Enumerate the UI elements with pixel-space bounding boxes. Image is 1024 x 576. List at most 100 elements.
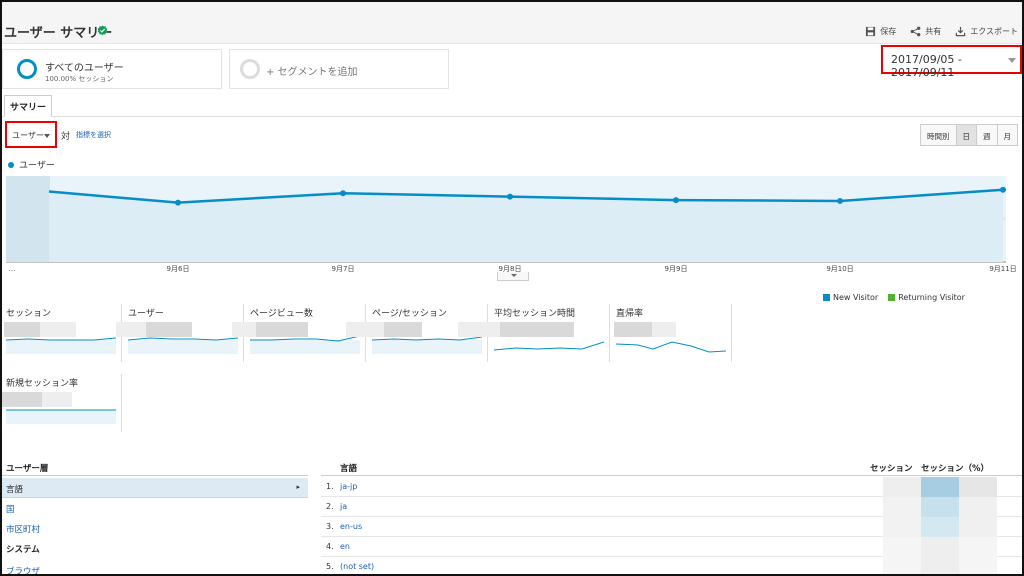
row-language-link[interactable]: ja-jp xyxy=(340,482,357,491)
users-line-chart: ... 9月6日 9月7日 9月8日 9月9日 9月10日 9月11日 xyxy=(6,176,1017,273)
metric-label: 直帰率 xyxy=(616,309,644,319)
segment-circle-icon xyxy=(17,59,37,79)
legend-swatch-icon xyxy=(823,294,830,301)
metric-dropdown[interactable]: ユーザー xyxy=(5,121,57,148)
x-tick-label: 9月11日 xyxy=(989,265,1016,273)
x-tick-label: ... xyxy=(9,265,16,273)
dimension-item-city[interactable]: 市区町村 xyxy=(2,518,308,538)
table-row: 3. en-us xyxy=(321,517,1022,537)
add-segment-label: + セグメントを追加 xyxy=(266,67,358,78)
y-axis-labels-redacted xyxy=(6,176,50,262)
metric-label: 新規セッション率 xyxy=(6,379,79,389)
sessions-value-redacted xyxy=(883,557,921,576)
save-label: 保存 xyxy=(880,27,897,36)
sparkline xyxy=(616,341,726,353)
granularity-day[interactable]: 日 xyxy=(955,124,977,146)
sparkline xyxy=(128,337,238,354)
add-segment-button[interactable]: + セグメントを追加 xyxy=(229,49,449,89)
dimension-item-label: 言語 xyxy=(6,485,24,495)
metric-tile-users[interactable]: ユーザー xyxy=(116,304,244,362)
chart-point xyxy=(1000,186,1006,193)
share-label: 共有 xyxy=(925,27,942,36)
sparkline xyxy=(250,335,360,354)
share-icon xyxy=(910,26,921,37)
row-language-link[interactable]: ja xyxy=(340,502,347,511)
legend-new-visitor: New Visitor xyxy=(823,293,878,302)
dimension-section-system: システム xyxy=(6,545,40,555)
row-language-link[interactable]: en-us xyxy=(340,522,362,531)
row-index: 3. xyxy=(326,522,334,531)
sessions-pct-value-redacted xyxy=(959,557,997,576)
row-language-link[interactable]: en xyxy=(340,542,350,551)
segment-empty-circle-icon xyxy=(240,59,260,79)
vs-label: 対 xyxy=(61,132,71,142)
dimension-item-browser[interactable]: ブラウザ xyxy=(2,560,308,576)
dimension-item-country[interactable]: 国 xyxy=(2,498,308,518)
sessions-value-redacted xyxy=(883,497,921,517)
sessions-pct-bar xyxy=(921,477,959,497)
dimension-group-header: ユーザー層 xyxy=(2,458,308,476)
chevron-right-icon: ▸ xyxy=(296,483,300,491)
save-icon xyxy=(866,26,876,37)
visitor-type-legend: New Visitor Returning Visitor xyxy=(823,293,965,302)
row-index: 4. xyxy=(326,542,334,551)
column-sessions-pct[interactable]: セッション（%） xyxy=(921,462,989,474)
segment-all-users[interactable]: すべてのユーザー 100.00% セッション xyxy=(2,49,222,89)
chart-point xyxy=(175,199,181,206)
date-range-picker[interactable]: 2017/09/05 - 2017/09/11 xyxy=(881,45,1022,79)
sparkline xyxy=(6,409,116,424)
metric-tile-new-sessions-rate[interactable]: 新規セッション率 xyxy=(2,374,122,432)
sessions-pct-bar xyxy=(921,497,959,517)
granularity-month[interactable]: 月 xyxy=(996,124,1018,146)
language-table-header: 言語 セッション セッション（%） xyxy=(321,458,1022,476)
sessions-value-redacted xyxy=(883,537,921,557)
dimension-item-language[interactable]: 言語 ▸ xyxy=(2,478,308,498)
legend-swatch-icon xyxy=(888,294,896,301)
select-metric-link[interactable]: 指標を選択 xyxy=(76,130,111,140)
sessions-pct-bar xyxy=(921,517,959,537)
sessions-pct-value-redacted xyxy=(959,537,997,557)
segment-subtitle: 100.00% セッション xyxy=(45,75,114,83)
tab-bar: サマリー xyxy=(2,95,1022,117)
chart-expand-handle[interactable] xyxy=(497,272,529,281)
sessions-pct-bar xyxy=(921,537,959,557)
metric-dropdown-value: ユーザー xyxy=(12,131,44,140)
export-button[interactable]: エクスポート xyxy=(955,26,1018,37)
column-sessions[interactable]: セッション xyxy=(870,462,913,474)
x-tick-label: 9月10日 xyxy=(826,265,853,273)
x-tick-label: 9月9日 xyxy=(665,265,688,273)
granularity-week[interactable]: 週 xyxy=(976,124,998,146)
table-row: 5. (not set) xyxy=(321,557,1022,576)
save-button[interactable]: 保存 xyxy=(865,26,896,37)
legend-returning-visitor: Returning Visitor xyxy=(888,293,965,302)
sessions-pct-bar xyxy=(921,557,959,576)
legend-returning-visitor-label: Returning Visitor xyxy=(898,293,965,302)
row-index: 2. xyxy=(326,502,334,511)
sessions-value-redacted xyxy=(883,477,921,497)
sessions-pct-value-redacted xyxy=(959,477,997,497)
tab-summary[interactable]: サマリー xyxy=(4,95,53,117)
sparkline xyxy=(494,341,604,351)
chart-point xyxy=(837,197,843,204)
legend-dot-icon xyxy=(8,161,14,168)
chevron-down-icon xyxy=(1008,58,1016,63)
sessions-pct-value-redacted xyxy=(959,497,997,517)
chevron-down-icon xyxy=(44,134,50,138)
share-button[interactable]: 共有 xyxy=(910,26,941,37)
header-actions: 保存 共有 エクスポート xyxy=(865,26,1018,37)
row-language-link[interactable]: (not set) xyxy=(340,562,374,571)
table-row: 1. ja-jp xyxy=(321,477,1022,497)
table-row: 4. en xyxy=(321,537,1022,557)
metric-tile-avg-session-duration[interactable]: 平均セッション時間 xyxy=(458,304,610,362)
segment-title: すべてのユーザー xyxy=(45,63,124,74)
chart-point xyxy=(673,197,679,204)
chart-point xyxy=(507,193,513,200)
granularity-hourly[interactable]: 時間別 xyxy=(920,124,957,146)
metric-tile-bounce-rate[interactable]: 直帰率 xyxy=(612,304,732,362)
metric-label: ページビュー数 xyxy=(250,309,313,319)
x-tick-label: 9月7日 xyxy=(332,265,355,273)
metric-tile-sessions[interactable]: セッション xyxy=(2,304,122,362)
chart-point xyxy=(340,190,346,197)
column-language: 言語 xyxy=(340,464,358,474)
row-index: 5. xyxy=(326,562,334,571)
